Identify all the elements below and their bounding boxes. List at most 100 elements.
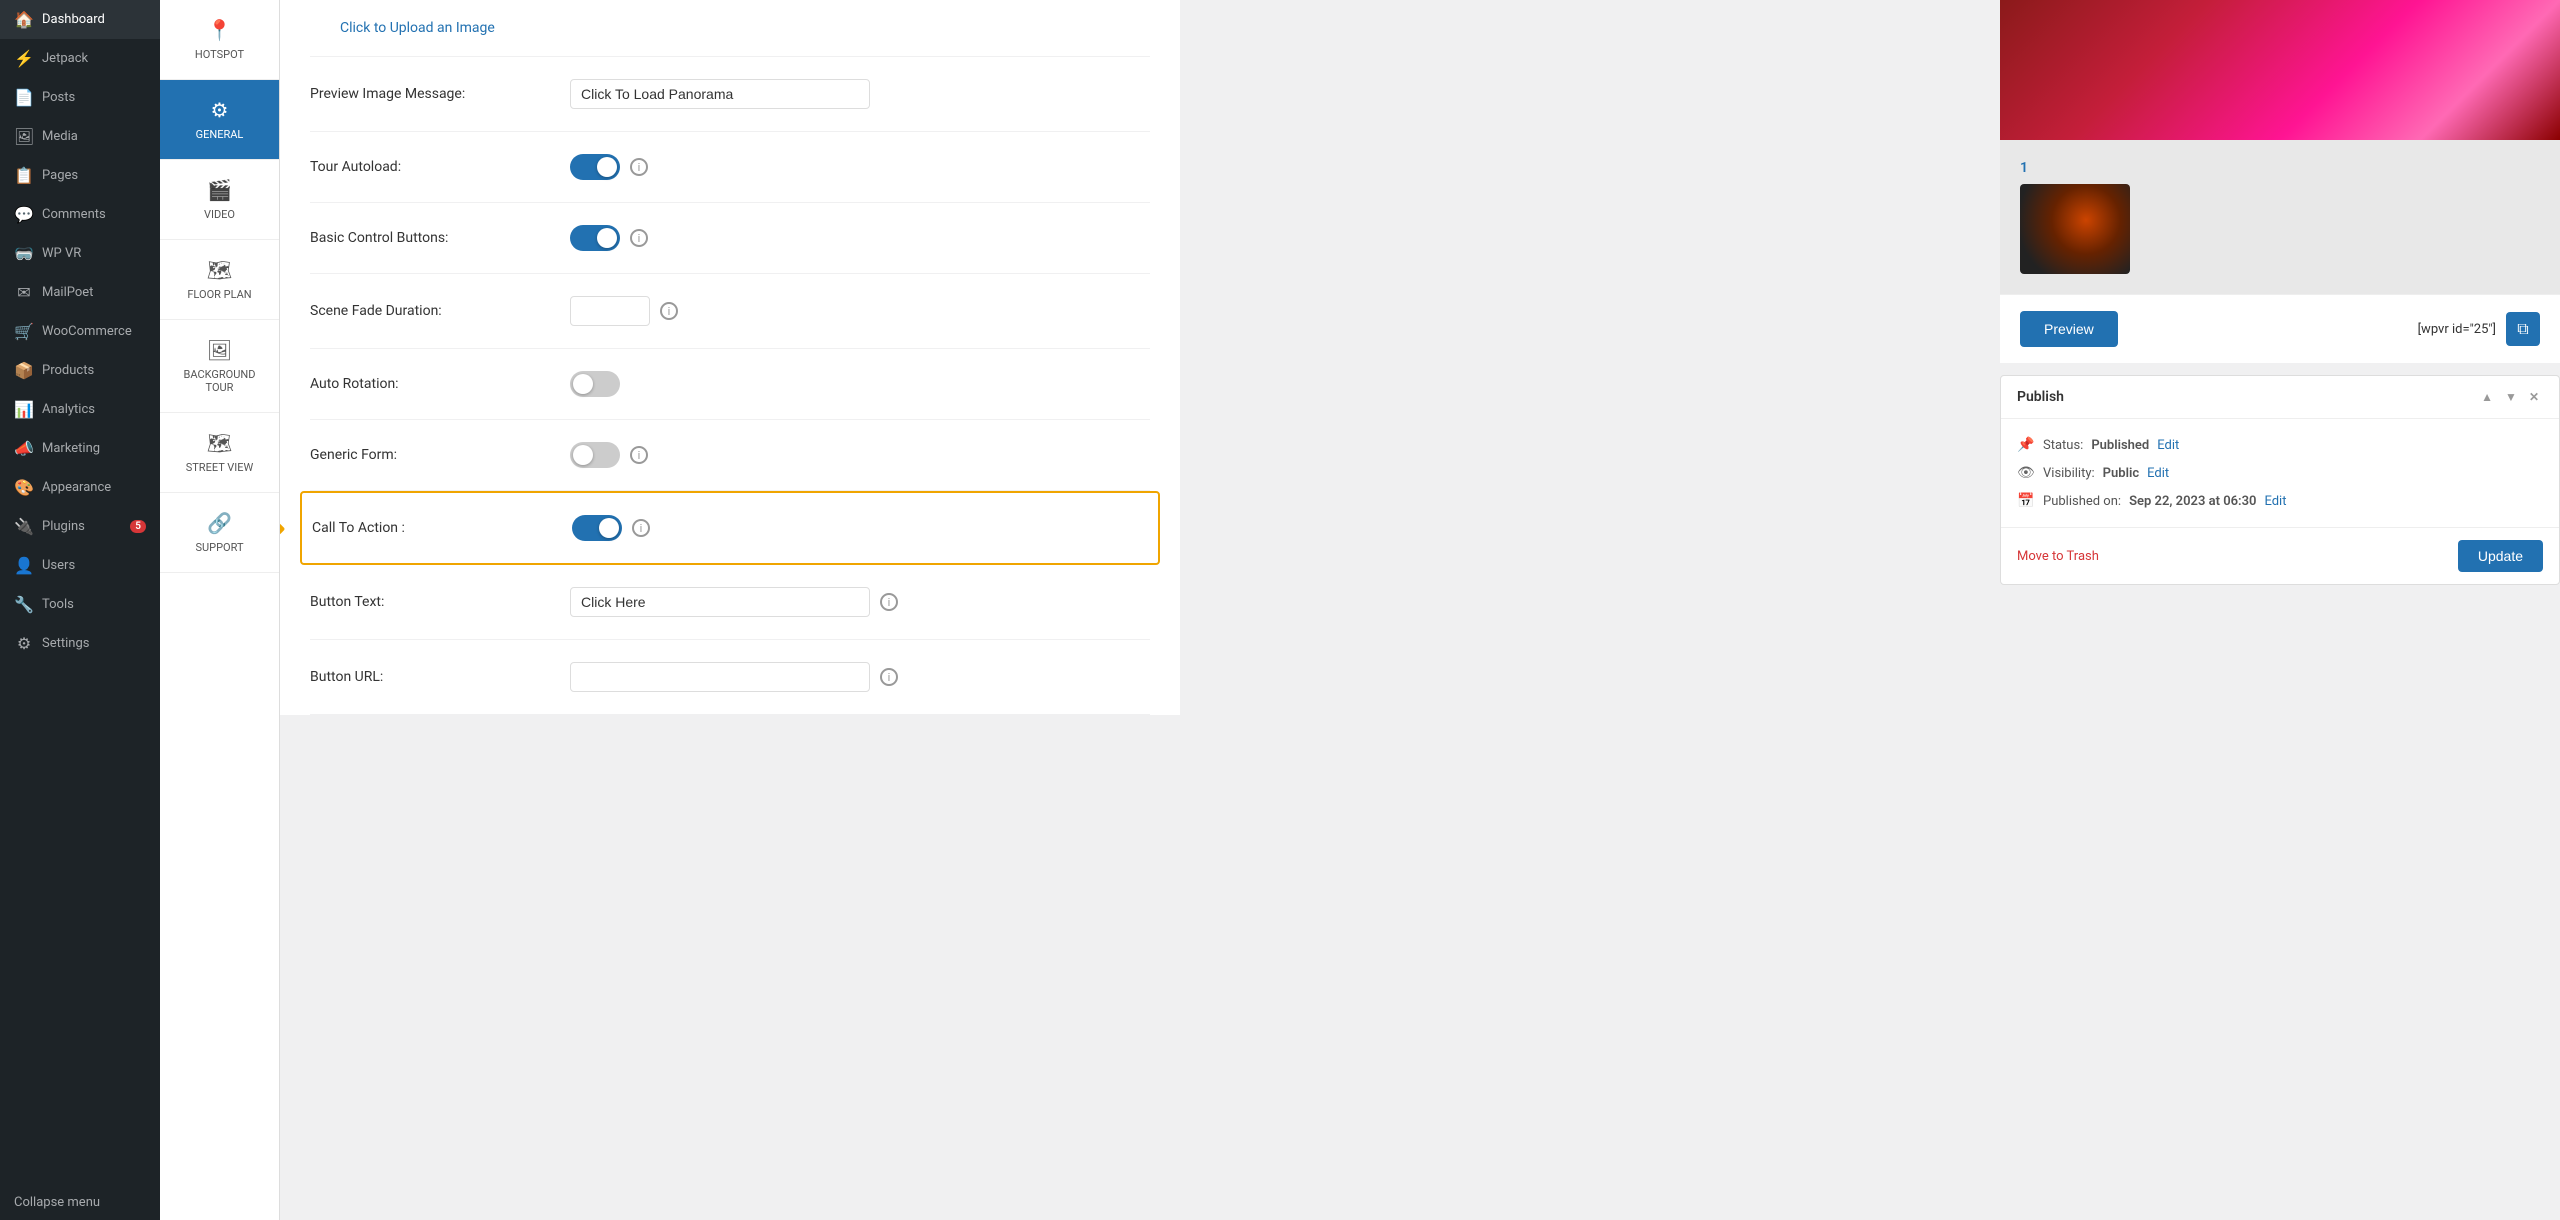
sidebar-item-settings[interactable]: ⚙ Settings	[0, 624, 160, 663]
tour-number: 1	[2020, 160, 2130, 176]
sidebar-item-mailpoet[interactable]: ✉ MailPoet	[0, 273, 160, 312]
upload-area[interactable]: Click to Upload an Image	[310, 0, 1150, 57]
button-text-info[interactable]: i	[880, 593, 898, 611]
generic-form-toggle[interactable]	[570, 442, 620, 468]
panel-label-hotspot: HOTSPOT	[195, 48, 244, 61]
preview-image-message-control	[570, 79, 1150, 109]
auto-rotation-toggle[interactable]	[570, 371, 620, 397]
generic-form-info[interactable]: i	[630, 446, 648, 464]
sidebar-item-appearance[interactable]: 🎨 Appearance	[0, 468, 160, 507]
preview-button[interactable]: Preview	[2020, 311, 2118, 347]
video-icon: 🎬	[207, 178, 232, 202]
panel-item-floor-plan[interactable]: 🗺 FLOOR PLAN	[160, 240, 279, 320]
sidebar-item-dashboard[interactable]: 🏠 Dashboard	[0, 0, 160, 39]
status-value: Published	[2091, 438, 2149, 453]
products-icon: 📦	[14, 361, 34, 380]
panel-label-general: GENERAL	[196, 128, 244, 141]
sidebar-item-jetpack[interactable]: ⚡ Jetpack	[0, 39, 160, 78]
general-icon: ⚙	[211, 98, 229, 122]
basic-control-buttons-toggle[interactable]	[570, 225, 620, 251]
sidebar-item-woocommerce[interactable]: 🛒 WooCommerce	[0, 312, 160, 351]
sidebar-item-comments[interactable]: 💬 Comments	[0, 195, 160, 234]
call-to-action-row: Call To Action : i	[300, 491, 1160, 565]
mailpoet-icon: ✉	[14, 283, 34, 302]
collapse-menu[interactable]: Collapse menu	[0, 1185, 160, 1220]
panel-item-video[interactable]: 🎬 VIDEO	[160, 160, 279, 240]
appearance-icon: 🎨	[14, 478, 34, 497]
status-icon: 📌	[2017, 437, 2035, 453]
sidebar-item-analytics[interactable]: 📊 Analytics	[0, 390, 160, 429]
basic-control-buttons-info[interactable]: i	[630, 229, 648, 247]
tour-autoload-toggle[interactable]	[570, 154, 620, 180]
sidebar-item-media[interactable]: 🖼 Media	[0, 117, 160, 156]
sidebar-label-comments: Comments	[42, 207, 106, 222]
settings-area: Click to Upload an Image Preview Image M…	[280, 0, 1180, 715]
tour-thumbnail[interactable]	[2020, 184, 2130, 274]
publish-status-row: 📌 Status: Published Edit	[2017, 431, 2543, 459]
button-text-row: Button Text: i	[310, 565, 1150, 640]
sidebar-label-tools: Tools	[42, 597, 74, 612]
panel-item-hotspot[interactable]: 📍 HOTSPOT	[160, 0, 279, 80]
sidebar-item-products[interactable]: 📦 Products	[0, 351, 160, 390]
button-url-label: Button URL:	[310, 669, 570, 685]
update-button[interactable]: Update	[2458, 540, 2543, 572]
status-edit-link[interactable]: Edit	[2157, 438, 2179, 453]
panel-item-support[interactable]: 🔗 SUPPORT	[160, 493, 279, 573]
generic-form-row: Generic Form: i	[310, 420, 1150, 491]
sidebar-item-posts[interactable]: 📄 Posts	[0, 78, 160, 117]
users-icon: 👤	[14, 556, 34, 575]
move-to-trash-link[interactable]: Move to Trash	[2017, 549, 2099, 564]
thumbnail-section: 1	[2000, 140, 2560, 294]
button-text-control: i	[570, 587, 1150, 617]
panel-item-street-view[interactable]: 🗺 STREET VIEW	[160, 413, 279, 493]
sidebar-item-wpvr[interactable]: 🥽 WP VR	[0, 234, 160, 273]
wpvr-icon: 🥽	[14, 244, 34, 263]
support-icon: 🔗	[207, 511, 232, 535]
panel-item-general[interactable]: ⚙ GENERAL	[160, 80, 279, 160]
generic-form-label: Generic Form:	[310, 447, 570, 463]
button-text-input[interactable]	[570, 587, 870, 617]
tour-autoload-info[interactable]: i	[630, 158, 648, 176]
publish-date-row: 📅 Published on: Sep 22, 2023 at 06:30 Ed…	[2017, 487, 2543, 515]
call-to-action-control: i	[572, 515, 1148, 541]
button-url-row: Button URL: i	[310, 640, 1150, 715]
collapse-up-icon[interactable]: ▲	[2477, 388, 2497, 406]
sidebar-item-pages[interactable]: 📋 Pages	[0, 156, 160, 195]
shortcode-text: [wpvr id="25"]	[2418, 322, 2496, 337]
close-icon[interactable]: ✕	[2525, 388, 2543, 406]
panel-item-background-tour[interactable]: 🖼 BACKGROUND TOUR	[160, 320, 279, 413]
button-url-input[interactable]	[570, 662, 870, 692]
posts-icon: 📄	[14, 88, 34, 107]
preview-image-message-input[interactable]	[570, 79, 870, 109]
sidebar-item-plugins[interactable]: 🔌 Plugins 5	[0, 507, 160, 546]
basic-control-buttons-control: i	[570, 225, 1150, 251]
call-to-action-info[interactable]: i	[632, 519, 650, 537]
panel-label-support: SUPPORT	[195, 541, 243, 554]
visibility-edit-link[interactable]: Edit	[2147, 466, 2169, 481]
button-url-info[interactable]: i	[880, 668, 898, 686]
auto-rotation-label: Auto Rotation:	[310, 376, 570, 392]
dashboard-icon: 🏠	[14, 10, 34, 29]
hotspot-icon: 📍	[207, 18, 232, 42]
publish-header-controls: ▲ ▼ ✕	[2477, 388, 2543, 406]
floor-plan-icon: 🗺	[207, 258, 232, 282]
call-to-action-toggle[interactable]	[572, 515, 622, 541]
sidebar-label-dashboard: Dashboard	[42, 12, 105, 27]
sidebar-item-marketing[interactable]: 📣 Marketing	[0, 429, 160, 468]
button-text-label: Button Text:	[310, 594, 570, 610]
collapse-down-icon[interactable]: ▼	[2501, 388, 2521, 406]
sidebar-label-media: Media	[42, 129, 78, 144]
sidebar-label-pages: Pages	[42, 168, 78, 183]
copy-icon[interactable]: ⧉	[2506, 312, 2540, 346]
scene-fade-duration-info[interactable]: i	[660, 302, 678, 320]
sidebar-item-users[interactable]: 👤 Users	[0, 546, 160, 585]
sidebar-label-woocommerce: WooCommerce	[42, 324, 132, 339]
collapse-label: Collapse menu	[14, 1195, 100, 1210]
published-on-edit-link[interactable]: Edit	[2264, 494, 2286, 509]
scene-fade-duration-input[interactable]	[570, 296, 650, 326]
sidebar-item-tools[interactable]: 🔧 Tools	[0, 585, 160, 624]
tour-autoload-row: Tour Autoload: i	[310, 132, 1150, 203]
sidebar-label-users: Users	[42, 558, 75, 573]
publish-body: 📌 Status: Published Edit 👁 Visibility: P…	[2001, 419, 2559, 527]
pages-icon: 📋	[14, 166, 34, 185]
